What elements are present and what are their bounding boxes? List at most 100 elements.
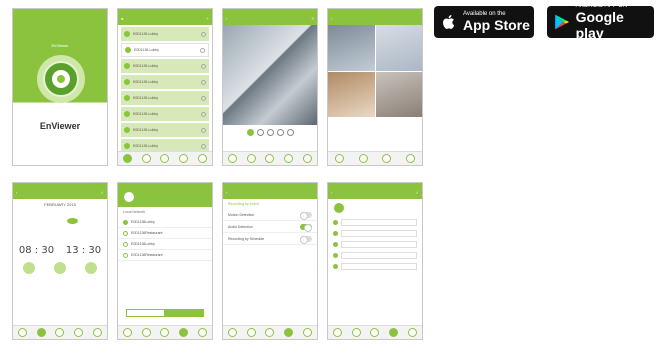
schedule-toggle[interactable] xyxy=(300,235,312,244)
camera-tile[interactable] xyxy=(328,25,375,71)
tab-playback[interactable] xyxy=(141,154,151,163)
back-button[interactable]: ‹ xyxy=(226,13,227,25)
list-item[interactable]: E0D1136-Lobby xyxy=(121,91,209,105)
info-icon[interactable] xyxy=(201,111,206,117)
tab-cameras[interactable] xyxy=(332,328,342,337)
tab-playback[interactable] xyxy=(141,328,151,337)
tab-events[interactable] xyxy=(265,328,275,337)
edit-button[interactable]: ● xyxy=(121,13,123,25)
list-item[interactable]: E0D1136Lobby xyxy=(118,239,212,250)
day-cell[interactable] xyxy=(67,226,78,232)
tab-events[interactable] xyxy=(370,328,380,337)
day-cell[interactable] xyxy=(42,234,53,240)
day-cell[interactable] xyxy=(55,234,66,240)
back-button[interactable]: ‹ xyxy=(331,187,332,199)
tab-settings[interactable] xyxy=(389,328,399,337)
camera-tile[interactable] xyxy=(375,25,422,71)
tab-events[interactable] xyxy=(55,328,65,337)
day-cell[interactable] xyxy=(92,234,103,240)
back-button[interactable]: ‹ xyxy=(16,187,17,199)
day-cell[interactable] xyxy=(30,234,41,240)
list-item[interactable]: E0D1136Restaurant xyxy=(118,250,212,261)
tab-cameras[interactable] xyxy=(17,328,27,337)
tab-events[interactable] xyxy=(160,154,170,163)
list-item[interactable]: E0D1136-Lobby xyxy=(121,107,209,121)
tab-cameras[interactable] xyxy=(335,154,345,163)
tab-playback[interactable] xyxy=(246,328,256,337)
day-cell[interactable] xyxy=(55,210,66,216)
radio-icon[interactable] xyxy=(123,241,128,247)
audio-icon[interactable] xyxy=(265,154,275,163)
tab-playback[interactable] xyxy=(358,154,368,163)
radio-icon[interactable] xyxy=(123,252,128,258)
camera-tile[interactable] xyxy=(375,71,422,117)
day-cell[interactable] xyxy=(92,210,103,216)
day-cell[interactable] xyxy=(80,234,91,240)
tab-more[interactable] xyxy=(303,328,313,337)
day-cell[interactable] xyxy=(42,210,53,216)
record-icon[interactable] xyxy=(246,154,256,163)
list-item[interactable]: E0D1136-Lobby xyxy=(121,59,209,73)
channel-dot[interactable] xyxy=(276,129,284,136)
tab-more[interactable] xyxy=(198,328,208,337)
channel-dot[interactable] xyxy=(256,129,264,136)
radio-icon[interactable] xyxy=(123,219,128,225)
info-icon[interactable] xyxy=(201,127,206,133)
tab-events[interactable] xyxy=(160,328,170,337)
day-cell[interactable] xyxy=(17,218,28,224)
tab-settings[interactable] xyxy=(405,154,415,163)
info-icon[interactable] xyxy=(201,143,206,149)
day-cell[interactable] xyxy=(30,210,41,216)
day-cell[interactable] xyxy=(30,218,41,224)
id-field[interactable] xyxy=(341,230,417,237)
start-time[interactable]: 08 : 30 xyxy=(19,245,54,256)
talk-icon[interactable] xyxy=(284,154,294,163)
radio-icon[interactable] xyxy=(123,230,128,236)
channel-dot[interactable] xyxy=(266,129,274,136)
day-cell[interactable] xyxy=(30,226,41,232)
day-cell[interactable] xyxy=(92,226,103,232)
segment-right[interactable] xyxy=(165,309,204,317)
end-time[interactable]: 13 : 30 xyxy=(66,245,101,256)
day-cell[interactable] xyxy=(17,210,28,216)
tab-more[interactable] xyxy=(198,154,208,163)
snapshot-icon[interactable] xyxy=(85,262,98,274)
google-play-badge[interactable]: ANDROID APP ON Google play xyxy=(547,3,654,41)
info-icon[interactable] xyxy=(201,31,206,37)
back-button[interactable]: ‹ xyxy=(331,13,332,25)
camera-tile[interactable] xyxy=(328,71,375,117)
done-button[interactable]: ✓ xyxy=(101,187,104,199)
tab-events[interactable] xyxy=(382,154,392,163)
day-cell[interactable] xyxy=(67,234,78,240)
day-cell[interactable] xyxy=(92,218,103,224)
snapshot-icon[interactable] xyxy=(227,154,237,163)
download-icon[interactable] xyxy=(53,262,66,274)
tab-settings[interactable] xyxy=(179,328,189,337)
name-field[interactable] xyxy=(341,219,417,226)
info-icon[interactable] xyxy=(200,47,205,53)
day-cell[interactable] xyxy=(67,210,78,216)
day-cell[interactable] xyxy=(55,226,66,232)
tab-cameras[interactable] xyxy=(122,328,132,337)
app-store-badge[interactable]: Available on the App Store xyxy=(434,6,534,38)
list-item[interactable]: E0D1136Lobby xyxy=(118,217,212,228)
password-field[interactable] xyxy=(341,241,417,248)
port-field[interactable] xyxy=(341,263,417,270)
tab-cameras[interactable] xyxy=(122,154,132,163)
day-cell[interactable] xyxy=(42,226,53,232)
playback-icon[interactable] xyxy=(22,262,35,274)
day-cell[interactable] xyxy=(80,218,91,224)
address-field[interactable] xyxy=(341,252,417,259)
day-cell[interactable] xyxy=(42,218,53,224)
segment-left[interactable] xyxy=(126,309,165,317)
channel-dot[interactable] xyxy=(286,129,294,136)
info-icon[interactable] xyxy=(201,63,206,69)
list-item[interactable]: E0D1136Restaurant xyxy=(118,228,212,239)
add-button[interactable]: + xyxy=(207,13,209,25)
tab-more[interactable] xyxy=(93,328,103,337)
tab-settings[interactable] xyxy=(284,328,294,337)
tab-playback[interactable] xyxy=(36,328,46,337)
live-video[interactable] xyxy=(223,25,317,125)
channel-dot[interactable] xyxy=(246,129,254,136)
day-cell[interactable] xyxy=(80,226,91,232)
